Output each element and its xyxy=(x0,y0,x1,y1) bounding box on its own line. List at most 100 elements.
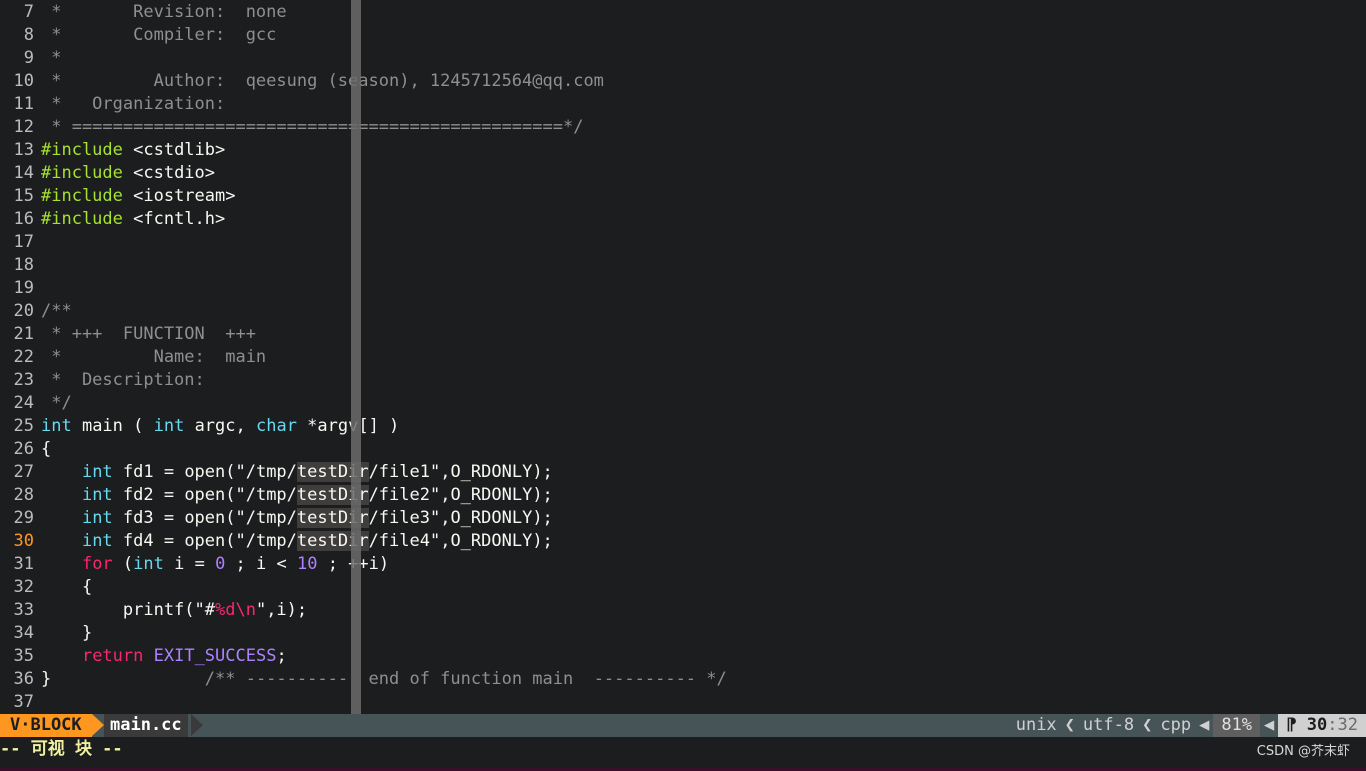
code-text: * Compiler: gcc xyxy=(41,24,276,47)
code-line[interactable]: 13 #include <cstdlib> xyxy=(0,139,1366,162)
line-number: 25 xyxy=(13,416,34,436)
command-line[interactable]: -- 可视 块 -- xyxy=(0,737,1366,771)
code-text: * Organization: xyxy=(41,93,246,116)
filetype: cpp xyxy=(1160,715,1192,735)
code-token: #include xyxy=(41,186,123,206)
code-line[interactable]: 33 printf("#%d\n",i); xyxy=(0,599,1366,622)
code-token: <iostream> xyxy=(122,186,236,206)
code-line[interactable]: 27 int fd1 = open("/tmp/testDir/file1",O… xyxy=(0,461,1366,484)
code-line[interactable]: 14 #include <cstdio> xyxy=(0,162,1366,185)
scroll-percent: 81% xyxy=(1213,714,1261,737)
line-number: 16 xyxy=(13,209,34,229)
line-number: 23 xyxy=(13,370,34,390)
code-line[interactable]: 18 xyxy=(0,254,1366,277)
code-line[interactable]: 37 xyxy=(0,691,1366,714)
code-text: } xyxy=(41,622,92,645)
code-text: } /** ---------- end of function main --… xyxy=(41,668,727,691)
code-token: fd2 = open("/tmp/ xyxy=(112,485,297,505)
mode-indicator: V·BLOCK xyxy=(0,714,92,737)
code-token: ",i); xyxy=(255,600,308,620)
filename: main.cc xyxy=(104,714,188,737)
code-token: * xyxy=(41,48,62,68)
code-token: EXIT_SUCCESS xyxy=(153,646,277,666)
line-number: 18 xyxy=(13,255,34,275)
code-text: */ xyxy=(41,392,71,415)
code-line[interactable]: 26 { xyxy=(0,438,1366,461)
code-token: { xyxy=(41,439,52,459)
code-line[interactable]: 19 xyxy=(0,277,1366,300)
code-line[interactable]: 35 return EXIT_SUCCESS; xyxy=(0,645,1366,668)
code-token: } xyxy=(41,669,52,689)
code-line[interactable]: 22 * Name: main xyxy=(0,346,1366,369)
code-line[interactable]: 24 */ xyxy=(0,392,1366,415)
watermark: CSDN @芥末虾 xyxy=(1256,744,1350,759)
code-line[interactable]: 16 #include <fcntl.h> xyxy=(0,208,1366,231)
code-text: #include <cstdio> xyxy=(41,162,215,185)
code-text: * +++ FUNCTION +++ xyxy=(41,323,256,346)
line-number: 28 xyxy=(13,485,34,505)
separator-arrow-icon: ◀ xyxy=(1199,715,1210,735)
code-token: int xyxy=(81,508,113,528)
code-token: int xyxy=(153,416,185,436)
code-text: int fd3 = open("/tmp/testDir/file3",O_RD… xyxy=(41,507,553,530)
separator-icon: ❮ xyxy=(1142,715,1153,735)
code-line[interactable]: 23 * Description: xyxy=(0,369,1366,392)
code-text: for (int i = 0 ; i < 10 ; ++i) xyxy=(41,553,389,576)
code-text: * ======================================… xyxy=(41,116,583,139)
code-line[interactable]: 30 int fd4 = open("/tmp/testDir/file4",O… xyxy=(0,530,1366,553)
code-line[interactable]: 29 int fd3 = open("/tmp/testDir/file3",O… xyxy=(0,507,1366,530)
code-token: /** xyxy=(41,301,72,321)
code-line[interactable]: 17 xyxy=(0,231,1366,254)
code-line[interactable]: 7 * Revision: none xyxy=(0,1,1366,24)
code-line[interactable]: 11 * Organization: xyxy=(0,93,1366,116)
code-token: int xyxy=(81,462,113,482)
code-token: *argv[] ) xyxy=(296,416,400,436)
code-line[interactable]: 9 * xyxy=(0,47,1366,70)
code-token: argc, xyxy=(184,416,256,436)
code-token: <cstdio> xyxy=(122,163,216,183)
code-token: ( xyxy=(112,554,134,574)
line-number: 21 xyxy=(13,324,34,344)
code-line[interactable]: 15 #include <iostream> xyxy=(0,185,1366,208)
line-number: 30 xyxy=(13,531,34,551)
mode-separator-arrow xyxy=(92,714,104,736)
code-line[interactable]: 25 int main ( int argc, char *argv[] ) xyxy=(0,415,1366,438)
code-token: { xyxy=(41,577,93,597)
code-text: { xyxy=(41,438,51,461)
code-text: int fd4 = open("/tmp/testDir/file4",O_RD… xyxy=(41,530,553,553)
code-token: } xyxy=(41,623,93,643)
code-token: * Description: xyxy=(41,370,226,390)
code-token: fd1 = open("/tmp/ xyxy=(112,462,297,482)
line-number: 36 xyxy=(13,669,34,689)
code-text: #include <cstdlib> xyxy=(41,139,225,162)
filename-separator-arrow xyxy=(191,714,203,736)
code-line[interactable]: 31 for (int i = 0 ; i < 10 ; ++i) xyxy=(0,553,1366,576)
code-line[interactable]: 34 } xyxy=(0,622,1366,645)
code-text: int fd1 = open("/tmp/testDir/file1",O_RD… xyxy=(41,461,553,484)
editor-buffer[interactable]: 7 * Revision: none 8 * Compiler: gcc 9 * 10… xyxy=(0,0,1366,714)
line-number: 8 xyxy=(23,25,34,45)
code-token: /file4",O_RDONLY); xyxy=(368,531,553,551)
code-token: <cstdlib> xyxy=(122,140,226,160)
line-number: 15 xyxy=(13,186,34,206)
code-line[interactable]: 10 * Author: qeesung (season), 124571256… xyxy=(0,70,1366,93)
code-line[interactable]: 12 * ===================================… xyxy=(0,116,1366,139)
code-token: * +++ FUNCTION +++ xyxy=(41,324,256,344)
line-number: 14 xyxy=(13,163,34,183)
code-line[interactable]: 36 } /** ---------- end of function main … xyxy=(0,668,1366,691)
code-token: #include xyxy=(41,209,123,229)
line-number: 32 xyxy=(13,577,34,597)
encoding: utf-8 xyxy=(1082,715,1135,735)
code-token: * Name: main xyxy=(41,347,267,367)
code-line[interactable]: 8 * Compiler: gcc xyxy=(0,24,1366,47)
code-token: fd3 = open("/tmp/ xyxy=(112,508,297,528)
code-line[interactable]: 21 * +++ FUNCTION +++ xyxy=(0,323,1366,346)
code-line[interactable]: 32 { xyxy=(0,576,1366,599)
code-line[interactable]: 20 /** xyxy=(0,300,1366,323)
code-line[interactable]: 28 int fd2 = open("/tmp/testDir/file2",O… xyxy=(0,484,1366,507)
line-number: 20 xyxy=(13,301,34,321)
code-token: int xyxy=(81,485,113,505)
line-number: 26 xyxy=(13,439,34,459)
code-token: /file3",O_RDONLY); xyxy=(368,508,553,528)
